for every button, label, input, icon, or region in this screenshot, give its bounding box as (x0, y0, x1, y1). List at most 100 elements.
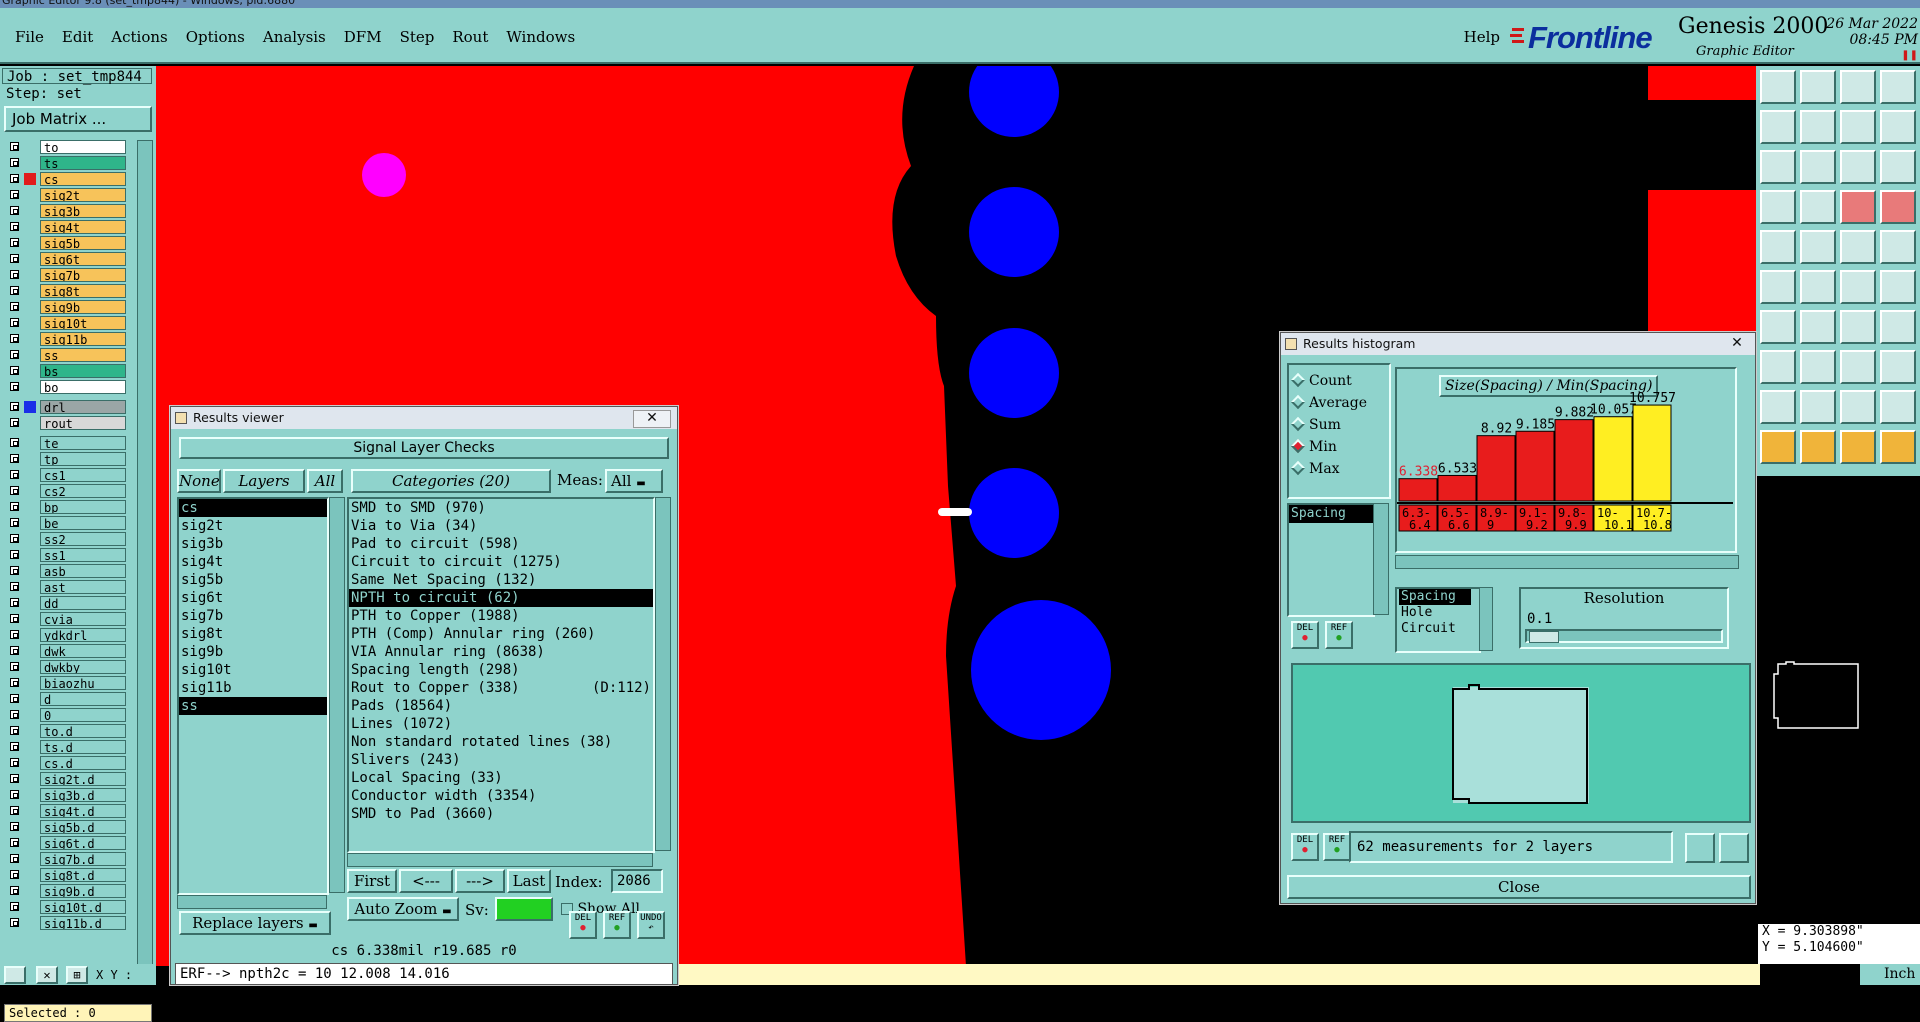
layer-name[interactable]: bs (40, 364, 126, 378)
layer-checkbox[interactable] (10, 918, 19, 927)
layer-row[interactable]: cs1 (4, 468, 128, 482)
layer-name[interactable]: biaozhu (40, 676, 126, 690)
layer-row[interactable]: sig7b (4, 268, 128, 282)
layer-checkbox[interactable] (10, 302, 19, 311)
layer-checkbox[interactable] (10, 742, 19, 751)
layer-name[interactable]: be (40, 516, 126, 530)
view-tool-icon[interactable] (1880, 70, 1916, 104)
net-tool-icon[interactable] (1760, 270, 1796, 304)
job-matrix-button[interactable]: Job Matrix ... (4, 106, 152, 132)
layer-row[interactable]: bo (4, 380, 128, 394)
arc-tool-icon[interactable] (1840, 310, 1876, 344)
layer-checkbox[interactable] (10, 174, 19, 183)
layer-list-item[interactable]: cs (179, 499, 327, 517)
layer-checkbox[interactable] (10, 350, 19, 359)
pointer-tool-icon[interactable] (1760, 430, 1796, 464)
zoom-to-result-icon[interactable] (1685, 833, 1715, 863)
layers-hscrollbar[interactable] (177, 895, 327, 909)
layer-row[interactable]: sig8t (4, 284, 128, 298)
menu-actions[interactable]: Actions (102, 8, 176, 46)
none-button[interactable]: None (177, 469, 221, 493)
layer-name[interactable]: sig4t (40, 220, 126, 234)
layer-row[interactable]: sig7b.d (4, 852, 128, 866)
layer-name[interactable]: sig3b (40, 204, 126, 218)
type-list-item[interactable]: Spacing (1399, 589, 1471, 605)
all-button[interactable]: All (307, 469, 343, 493)
snap-tool-icon[interactable] (1880, 190, 1916, 224)
layer-name[interactable]: to (40, 140, 126, 154)
layer-checkbox[interactable] (10, 206, 19, 215)
dot-tool-icon[interactable] (1880, 230, 1916, 264)
cut-tool-icon[interactable] (1800, 270, 1836, 304)
layer-row[interactable]: to.d (4, 724, 128, 738)
triangle-tool-icon[interactable] (1800, 390, 1836, 424)
close-icon[interactable]: ✕ (633, 410, 671, 428)
category-list-item[interactable]: Slivers (243) (349, 751, 653, 769)
layer-row[interactable]: bs (4, 364, 128, 378)
undo-button[interactable]: UNDO ↶ (637, 911, 665, 939)
auto-zoom-dropdown[interactable]: Auto Zoom ▬ (347, 897, 459, 921)
layer-checkbox[interactable] (10, 486, 19, 495)
categories-scrollbar[interactable] (655, 497, 671, 851)
layer-name[interactable]: cs (40, 172, 126, 186)
pointer-tool-icon[interactable] (1840, 430, 1876, 464)
category-list-item[interactable]: PTH (Comp) Annular ring (260) (349, 625, 653, 643)
layer-list-item[interactable]: sig6t (179, 589, 327, 607)
layer-checkbox[interactable] (10, 222, 19, 231)
layer-list-item[interactable]: sig2t (179, 517, 327, 535)
layer-name[interactable]: dd (40, 596, 126, 610)
snap-tool-icon[interactable] (1840, 190, 1876, 224)
layer-row[interactable]: sig10t (4, 316, 128, 330)
layer-name[interactable]: sig2t.d (40, 772, 126, 786)
measure-scrollbar[interactable] (1373, 503, 1389, 615)
layer-row[interactable]: sig4t (4, 220, 128, 234)
scale-tool-icon[interactable] (1840, 150, 1876, 184)
measure-list[interactable]: Spacing (1287, 503, 1375, 617)
sv-color-dropdown[interactable] (495, 897, 553, 921)
grid-tool-icon[interactable] (1800, 190, 1836, 224)
layer-list-item[interactable]: sig3b (179, 535, 327, 553)
layer-name[interactable]: tp (40, 452, 126, 466)
layer-row[interactable]: ast (4, 580, 128, 594)
histogram-titlebar[interactable]: Results histogram ✕ (1281, 333, 1755, 355)
layer-name[interactable]: 0 (40, 708, 126, 722)
layer-row[interactable]: sig8t.d (4, 868, 128, 882)
layer-name[interactable]: sig7b.d (40, 852, 126, 866)
stat-option-sum[interactable]: Sum (1290, 416, 1341, 433)
layer-row[interactable]: sig2t (4, 188, 128, 202)
layers-scrollbar[interactable] (329, 497, 345, 893)
layer-checkbox[interactable] (10, 270, 19, 279)
menu-edit[interactable]: Edit (53, 8, 102, 46)
category-list-item[interactable]: Local Spacing (33) (349, 769, 653, 787)
type-scrollbar[interactable] (1479, 587, 1493, 651)
layer-name[interactable]: sig10t (40, 316, 126, 330)
category-list-item[interactable]: SMD to Pad (3660) (349, 805, 653, 823)
layer-row[interactable]: te (4, 436, 128, 450)
layer-checkbox[interactable] (10, 854, 19, 863)
layer-row[interactable]: sig11b (4, 332, 128, 346)
ref-button[interactable]: REF ● (603, 911, 631, 939)
panel-tool-icon[interactable] (1840, 350, 1876, 384)
layer-list-item[interactable]: sig8t (179, 625, 327, 643)
layer-row[interactable]: d (4, 692, 128, 706)
layer-checkbox[interactable] (10, 502, 19, 511)
layer-checkbox[interactable] (10, 614, 19, 623)
category-list-item[interactable]: Conductor width (3354) (349, 787, 653, 805)
pan-tool-icon[interactable] (1880, 110, 1916, 144)
layer-row[interactable]: bp (4, 500, 128, 514)
layer-checkbox[interactable] (10, 598, 19, 607)
pointer-tool-icon[interactable] (1880, 430, 1916, 464)
layer-checkbox[interactable] (10, 382, 19, 391)
layer-checkbox[interactable] (10, 470, 19, 479)
layer-checkbox[interactable] (10, 726, 19, 735)
menu-help[interactable]: Help (1464, 28, 1500, 46)
stat-option-count[interactable]: Count (1290, 372, 1352, 389)
layer-name[interactable]: sig11b.d (40, 916, 126, 930)
layer-row[interactable]: rout (4, 416, 128, 430)
layer-name[interactable]: sig6t.d (40, 836, 126, 850)
layer-checkbox[interactable] (10, 550, 19, 559)
menu-step[interactable]: Step (391, 8, 444, 46)
measure-item[interactable]: Spacing (1289, 505, 1373, 523)
select-tool-icon[interactable] (1800, 350, 1836, 384)
layer-name[interactable]: rout (40, 416, 126, 430)
